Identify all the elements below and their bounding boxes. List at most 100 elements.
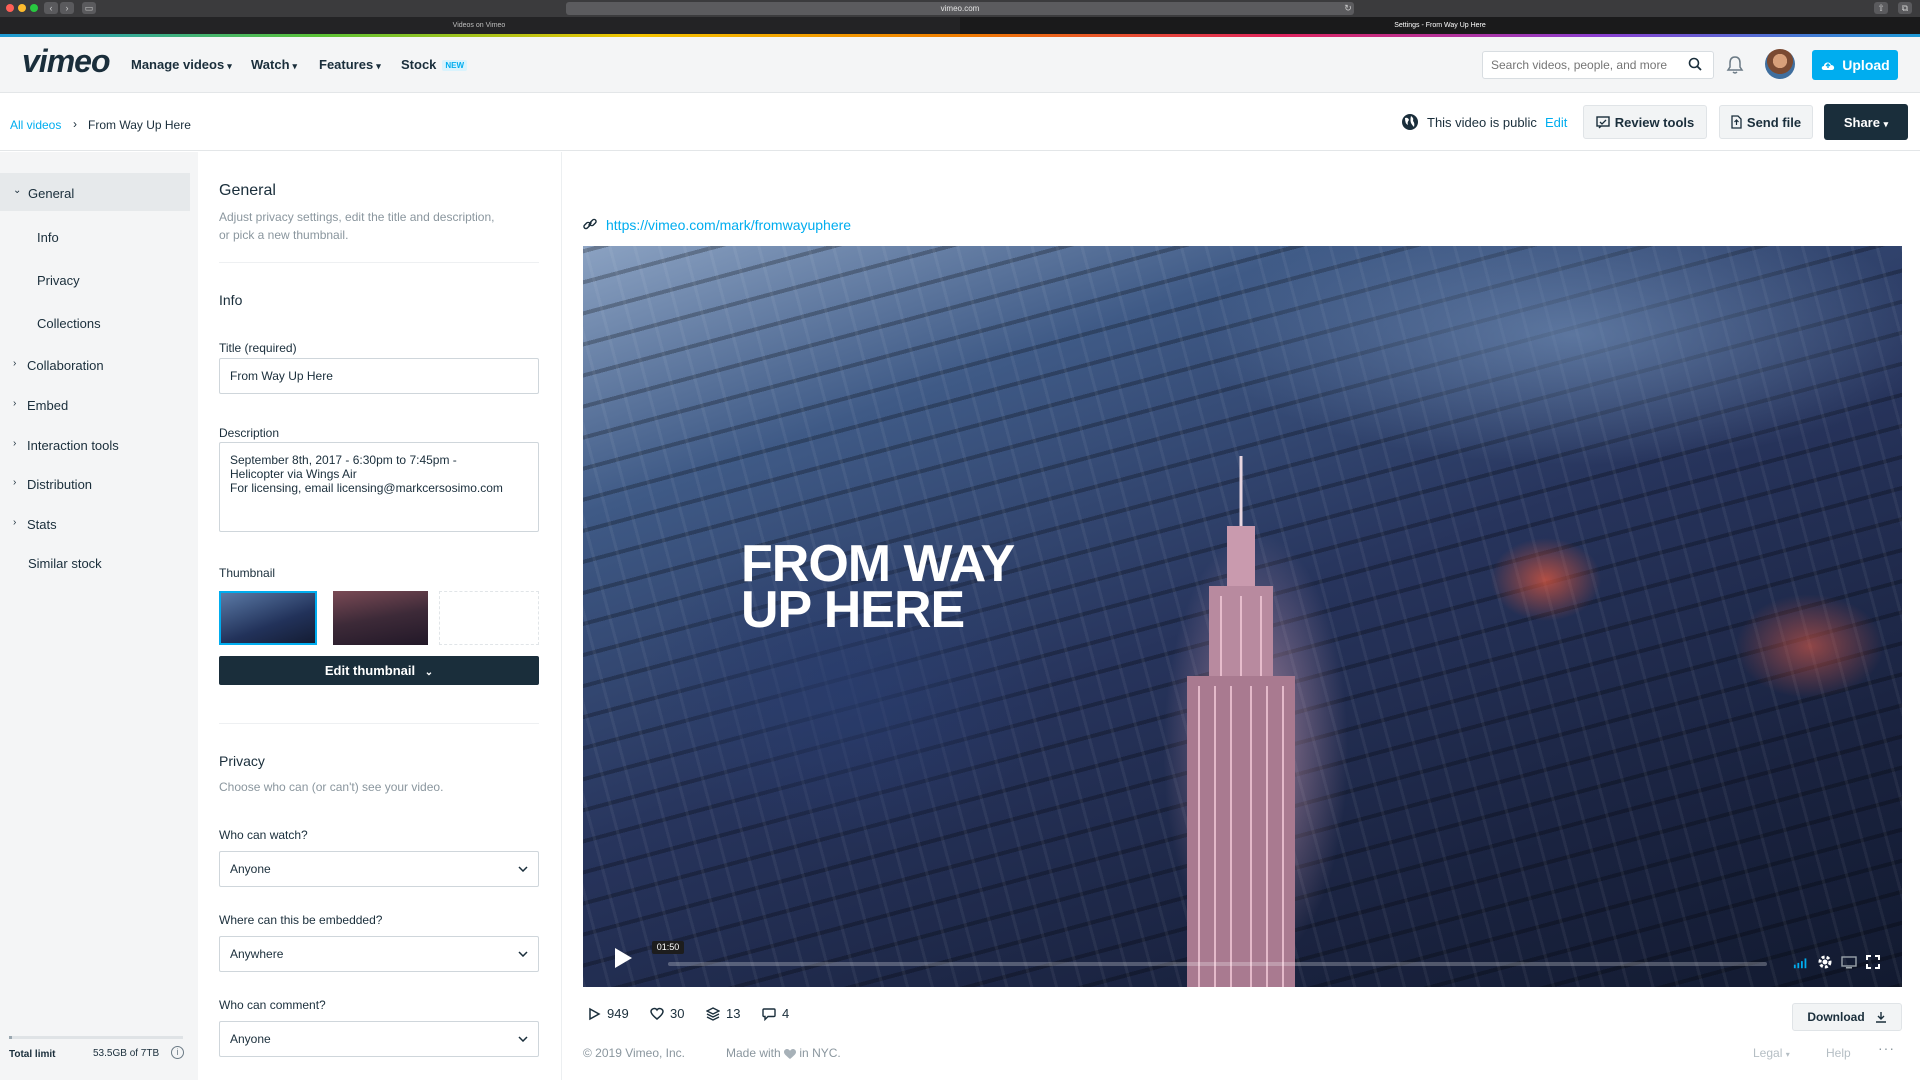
nav-features[interactable]: Features ▾ <box>319 57 381 72</box>
reload-icon[interactable]: ↻ <box>1341 2 1355 14</box>
fullscreen-icon[interactable] <box>1865 954 1881 970</box>
volume-bars-icon[interactable] <box>1793 954 1809 970</box>
who-can-watch-select[interactable]: Anyone <box>219 851 539 887</box>
review-tools-button[interactable]: Review tools <box>1583 105 1707 139</box>
sidebar-item-label: Stats <box>27 517 57 532</box>
general-description-line-2: or pick a new thumbnail. <box>219 228 349 242</box>
download-label: Download <box>1807 1010 1865 1024</box>
privacy-status: This video is public <box>1427 115 1537 130</box>
chevron-right-icon: › <box>13 438 17 449</box>
chevron-down-icon <box>518 951 528 957</box>
sidebar-item-stats[interactable]: › Stats <box>0 515 190 535</box>
sidebar-item-info[interactable]: Info <box>0 228 190 248</box>
sidebar-item-similar-stock[interactable]: Similar stock <box>0 554 190 574</box>
heart-icon <box>784 1048 797 1059</box>
search-icon[interactable] <box>1688 57 1702 71</box>
sidebar-item-label: Distribution <box>27 477 93 492</box>
nav-manage-videos[interactable]: Manage videos ▾ <box>131 57 232 72</box>
legal-menu[interactable]: Legal ▾ <box>1753 1046 1790 1060</box>
more-options-icon[interactable]: ··· <box>1878 1040 1895 1056</box>
video-title-line: UP HERE <box>741 581 965 639</box>
privacy-heading: Privacy <box>219 753 265 769</box>
picture-in-picture-icon[interactable] <box>1841 954 1857 970</box>
description-textarea[interactable]: September 8th, 2017 - 6:30pm to 7:45pm -… <box>219 442 539 532</box>
nav-stock[interactable]: Stock NEW <box>401 57 468 72</box>
address-bar[interactable]: vimeo.com <box>566 2 1354 15</box>
tab-settings[interactable]: Settings - From Way Up Here <box>960 17 1920 34</box>
privacy-description: Choose who can (or can't) see your video… <box>219 780 444 794</box>
minimize-window-icon[interactable] <box>18 4 26 12</box>
sidebar-item-distribution[interactable]: › Distribution <box>0 475 190 495</box>
upload-label: Upload <box>1842 57 1890 73</box>
sidebar-item-label: Privacy <box>37 273 80 288</box>
nav-label: Features <box>319 57 374 72</box>
description-line: For licensing, email licensing@markcerso… <box>230 481 503 495</box>
forward-icon[interactable]: › <box>60 2 74 14</box>
tabs-overview-icon[interactable]: ⧉ <box>1898 2 1912 14</box>
chevron-down-icon: ▾ <box>1883 118 1889 129</box>
thumbnail-option-selected[interactable] <box>219 591 317 645</box>
back-icon[interactable]: ‹ <box>44 2 58 14</box>
nav-label: Manage videos <box>131 57 225 72</box>
likes-count[interactable]: 30 <box>650 1006 684 1021</box>
comment-select[interactable]: Anyone <box>219 1021 539 1057</box>
vimeo-logo[interactable]: vimeo <box>22 43 110 80</box>
settings-sidebar: ⌄ General Info Privacy Collections › Coll… <box>0 152 198 1080</box>
sidebar-item-collaboration[interactable]: › Collaboration <box>0 356 190 376</box>
sidebar-item-privacy[interactable]: Privacy <box>0 271 190 291</box>
video-player[interactable]: FROM WAY UP HERE 01:50 <box>583 246 1902 987</box>
download-button[interactable]: Download <box>1792 1003 1902 1031</box>
bell-icon[interactable] <box>1726 55 1744 75</box>
thumbnail-option[interactable] <box>333 591 428 645</box>
video-url-link[interactable]: https://vimeo.com/mark/fromwayuphere <box>606 217 851 233</box>
sidebar-toggle-icon[interactable]: ▭ <box>82 2 96 14</box>
share-icon[interactable]: ⇧ <box>1874 2 1888 14</box>
chevron-down-icon: ▾ <box>227 61 232 71</box>
avatar[interactable] <box>1765 49 1795 79</box>
title-input[interactable] <box>219 358 539 394</box>
file-send-icon <box>1731 115 1742 129</box>
divider <box>219 723 539 724</box>
privacy-edit-link[interactable]: Edit <box>1545 115 1567 130</box>
share-button[interactable]: Share ▾ <box>1824 104 1908 140</box>
search-input[interactable] <box>1482 51 1714 79</box>
sidebar-item-embed[interactable]: › Embed <box>0 396 190 416</box>
timestamp-tooltip: 01:50 <box>652 941 684 954</box>
thumbnail-upload-slot[interactable] <box>439 591 539 645</box>
sidebar-item-label: General <box>28 186 75 201</box>
made-with-label: Made with <box>726 1046 781 1060</box>
send-file-button[interactable]: Send file <box>1719 105 1813 139</box>
address-text: vimeo.com <box>940 4 980 13</box>
tab-videos[interactable]: Videos on Vimeo <box>0 17 958 34</box>
divider <box>219 262 539 263</box>
settings-gear-icon[interactable] <box>1817 954 1833 970</box>
scrub-bar[interactable] <box>668 962 1767 966</box>
embed-select[interactable]: Anywhere <box>219 936 539 972</box>
edit-thumbnail-button[interactable]: Edit thumbnail ⌄ <box>219 656 539 685</box>
description-line: Helicopter via Wings Air <box>230 467 357 481</box>
breadcrumb-all-videos[interactable]: All videos <box>10 118 61 132</box>
layers-icon <box>706 1006 720 1021</box>
thumbnail-label: Thumbnail <box>219 566 276 580</box>
chevron-down-icon: ⌄ <box>424 667 434 678</box>
comments-count[interactable]: 4 <box>762 1006 789 1021</box>
maximize-window-icon[interactable] <box>30 4 38 12</box>
info-heading: Info <box>219 292 243 308</box>
browser-tabs: Videos on Vimeo Settings - From Way Up H… <box>0 17 1920 34</box>
nav-watch[interactable]: Watch ▾ <box>251 57 297 72</box>
browser-titlebar: ‹ › ▭ vimeo.com ↻ ⇧ ⧉ <box>0 0 1920 17</box>
sidebar-item-collections[interactable]: Collections <box>0 314 190 334</box>
play-icon[interactable] <box>613 947 633 969</box>
collections-count[interactable]: 13 <box>706 1006 740 1021</box>
help-link[interactable]: Help <box>1826 1046 1851 1060</box>
storage-bar <box>9 1036 183 1039</box>
heart-icon <box>650 1007 664 1020</box>
upload-button[interactable]: Upload <box>1812 50 1898 80</box>
select-value: Anyone <box>230 862 271 876</box>
sidebar-item-general[interactable]: ⌄ General <box>0 173 190 211</box>
info-icon[interactable]: i <box>171 1046 184 1059</box>
sidebar-item-interaction-tools[interactable]: › Interaction tools <box>0 436 190 456</box>
review-tools-label: Review tools <box>1614 114 1695 130</box>
chevron-right-icon: › <box>13 398 17 409</box>
close-window-icon[interactable] <box>6 4 14 12</box>
